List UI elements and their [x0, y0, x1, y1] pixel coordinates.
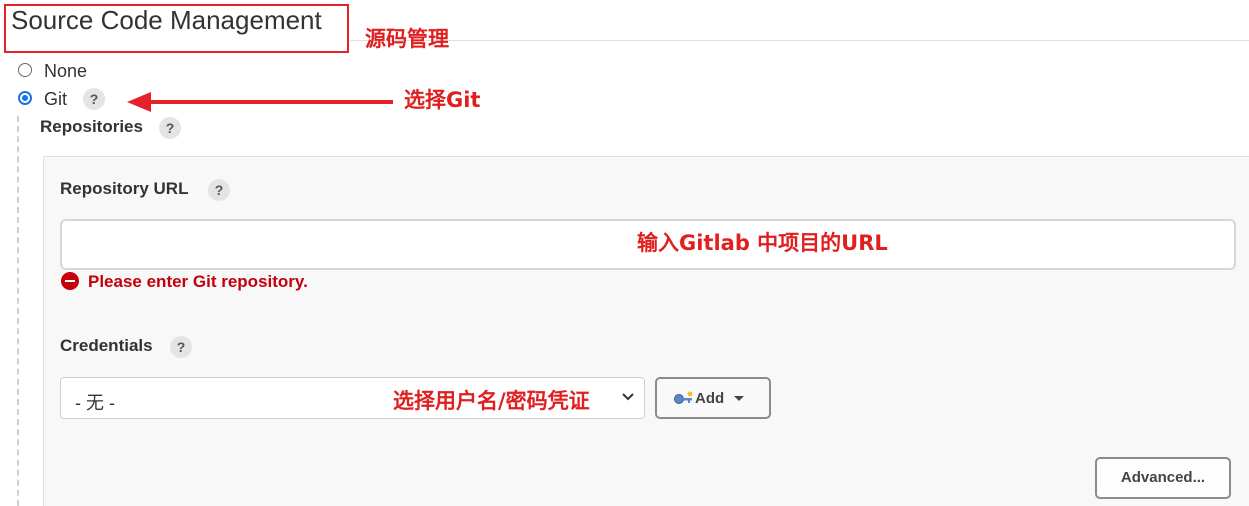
add-credentials-button[interactable]: Add [655, 377, 771, 419]
repository-panel [43, 156, 1249, 506]
error-icon [61, 272, 79, 290]
radio-none[interactable] [18, 63, 32, 77]
git-section-guide [17, 116, 19, 506]
annotation-scm: 源码管理 [365, 27, 449, 51]
repository-url-error: Please enter Git repository. [88, 272, 308, 291]
credentials-help-icon[interactable]: ? [170, 336, 192, 358]
repositories-label: Repositories [40, 117, 143, 136]
advanced-button[interactable]: Advanced... [1095, 457, 1231, 499]
repository-url-help-icon[interactable]: ? [208, 179, 230, 201]
caret-down-icon [734, 396, 744, 401]
arrow-left-icon [127, 92, 393, 112]
key-icon [674, 391, 693, 404]
annotation-credentials: 选择用户名/密码凭证 [393, 389, 590, 413]
annotation-git: 选择Git [404, 88, 481, 112]
credentials-selected-value: - 无 - [75, 393, 115, 413]
annotation-url: 输入Gitlab 中项目的URL [637, 231, 888, 255]
radio-none-label[interactable]: None [44, 61, 87, 82]
section-divider [350, 40, 1249, 41]
add-button-label: Add [695, 390, 725, 407]
git-help-icon[interactable]: ? [83, 88, 105, 110]
radio-git-label[interactable]: Git [44, 89, 67, 110]
radio-git[interactable] [18, 91, 32, 105]
annotation-highlight-box [4, 4, 349, 53]
chevron-down-icon [622, 393, 634, 401]
repository-url-label: Repository URL [60, 179, 189, 198]
credentials-label: Credentials [60, 336, 153, 355]
repositories-help-icon[interactable]: ? [159, 117, 181, 139]
